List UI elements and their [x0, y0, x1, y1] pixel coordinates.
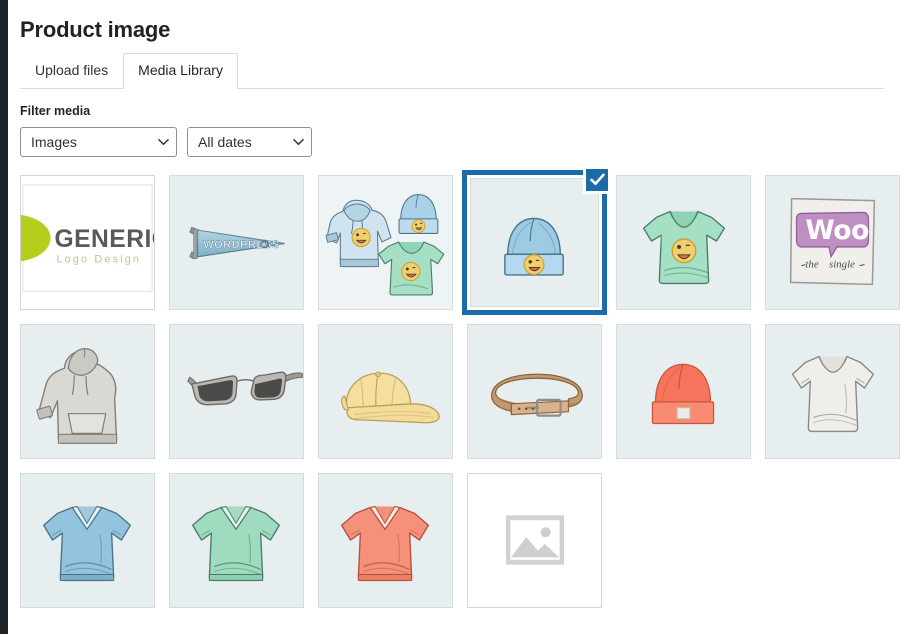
- attachment-blue-vneck-tshirt[interactable]: [20, 472, 155, 608]
- attachment-thumbnail: [616, 323, 751, 459]
- chevron-down-icon: [293, 138, 304, 147]
- vneck-green-artwork: [170, 473, 303, 607]
- attachment-row: [20, 472, 884, 608]
- attachment-leather-belt[interactable]: [467, 323, 602, 459]
- admin-sidebar-edge: [0, 0, 8, 634]
- attachment-thumbnail: [318, 472, 453, 608]
- attachment-green-tshirt-logo[interactable]: [616, 174, 751, 310]
- attachment-thumbnail: [616, 174, 751, 310]
- tshirt-green-logo-artwork: [617, 175, 750, 309]
- attachment-thumbnail: [467, 472, 602, 608]
- attachment-thumbnail: [318, 323, 453, 459]
- attachment-thumbnail: [318, 174, 453, 310]
- media-toolbar: Filter media Images All dates: [20, 89, 884, 157]
- attachment-image-placeholder[interactable]: [467, 472, 602, 608]
- attachment-row: [20, 323, 900, 459]
- belt-artwork: [468, 324, 601, 458]
- sunglasses-artwork: [170, 324, 303, 458]
- attachment-thumbnail: [169, 323, 304, 459]
- svg-text:W: W: [261, 242, 267, 248]
- date-filter-value: All dates: [198, 133, 252, 150]
- media-router-tabs: Upload files Media Library: [20, 53, 884, 89]
- attachment-thumbnail: [169, 472, 304, 608]
- date-filter-select[interactable]: All dates: [187, 126, 312, 157]
- attachment-green-vneck-tshirt[interactable]: [169, 472, 304, 608]
- svg-text:Logo Design: Logo Design: [56, 254, 141, 266]
- attachment-row: GENERIC Logo Design: [20, 165, 900, 315]
- cap-yellow-artwork: [319, 324, 452, 458]
- attachment-thumbnail: [20, 472, 155, 608]
- svg-text:single: single: [829, 258, 855, 270]
- attachment-blue-beanie[interactable]: [462, 165, 611, 315]
- media-modal: Product image Upload files Media Library…: [0, 0, 904, 634]
- attachment-thumbnail: Woo the single: [765, 174, 900, 310]
- group-shot-artwork: [319, 175, 452, 309]
- attachment-thumbnail: [765, 323, 900, 459]
- filter-media-label: Filter media: [20, 103, 91, 118]
- attachment-woo-album-cover[interactable]: Woo the single: [765, 174, 900, 310]
- media-type-filter-select[interactable]: Images: [20, 126, 177, 157]
- media-type-filter-value: Images: [31, 133, 77, 150]
- svg-text:Woo: Woo: [805, 215, 869, 246]
- attachment-clothing-group-shot[interactable]: [318, 174, 453, 310]
- tshirt-white-artwork: [766, 324, 899, 458]
- hoodie-gray-artwork: [21, 324, 154, 458]
- pennant-artwork: WORDPRESS W: [170, 175, 303, 309]
- vneck-blue-artwork: [21, 473, 154, 607]
- attachment-thumbnail: [470, 177, 599, 307]
- beanie-red-artwork: [617, 324, 750, 458]
- image-placeholder-icon: [505, 515, 564, 565]
- woo-album-artwork: Woo the single: [766, 175, 899, 309]
- attachment-white-tshirt[interactable]: [765, 323, 900, 459]
- attachment-sunglasses[interactable]: [169, 323, 304, 459]
- chevron-down-icon: [158, 138, 169, 147]
- beanie-blue-artwork: [471, 178, 598, 306]
- tab-upload-files[interactable]: Upload files: [20, 53, 123, 89]
- attachment-gray-hoodie[interactable]: [20, 323, 155, 459]
- attachment-orange-vneck-tshirt[interactable]: [318, 472, 453, 608]
- attachment-thumbnail: [20, 323, 155, 459]
- attachment-red-beanie[interactable]: [616, 323, 751, 459]
- filter-row: Images All dates: [20, 126, 884, 157]
- attachment-yellow-cap[interactable]: [318, 323, 453, 459]
- attachment-thumbnail: WORDPRESS W: [169, 174, 304, 310]
- svg-text:GENERIC: GENERIC: [54, 226, 154, 253]
- vneck-orange-artwork: [319, 473, 452, 607]
- attachment-generic-logo[interactable]: GENERIC Logo Design: [20, 174, 155, 310]
- svg-text:the: the: [805, 258, 818, 270]
- attachment-wordpress-pennant[interactable]: WORDPRESS W: [169, 174, 304, 310]
- tab-media-library[interactable]: Media Library: [123, 53, 238, 89]
- attachment-thumbnail: GENERIC Logo Design: [20, 174, 155, 310]
- checkmark-icon[interactable]: [583, 165, 611, 194]
- attachments-grid: GENERIC Logo Design: [20, 165, 900, 608]
- generic-logo-artwork: GENERIC Logo Design: [21, 175, 154, 309]
- page-title: Product image: [20, 17, 171, 42]
- attachment-thumbnail: [467, 323, 602, 459]
